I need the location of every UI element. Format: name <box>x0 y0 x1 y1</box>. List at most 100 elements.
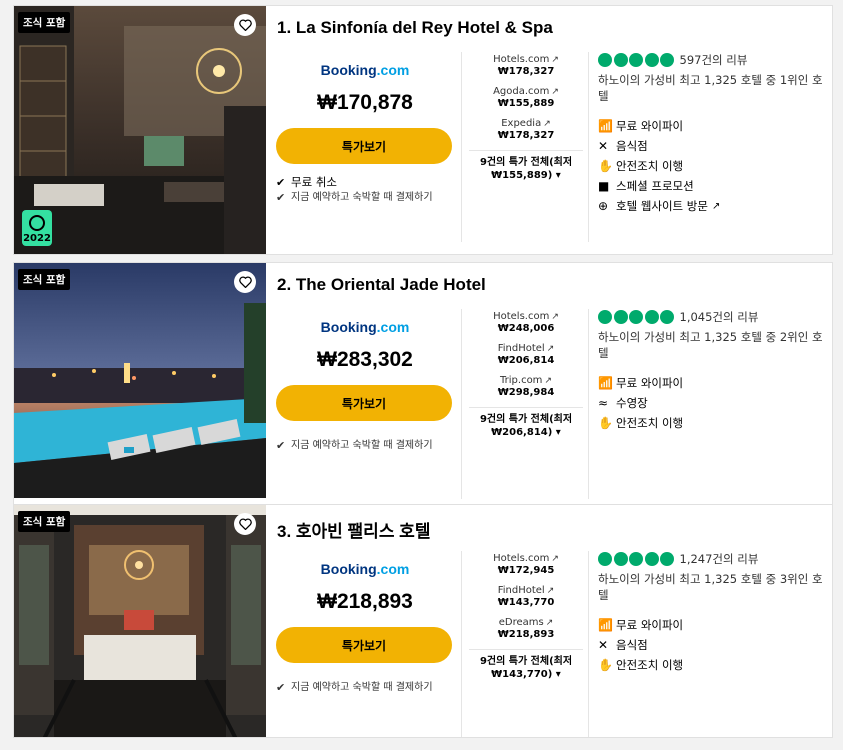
rating-bubble-icon <box>613 310 628 324</box>
rating-bubble-icon <box>629 310 643 324</box>
provider-item[interactable]: eDreams ↗ ₩218,893 <box>469 617 583 640</box>
provider-list: Hotels.com ↗ ₩178,327 Agoda.com ↗ ₩155,889… <box>469 54 583 182</box>
hotel-photo[interactable]: 조식 포함 <box>14 263 266 511</box>
provider-item[interactable]: Hotels.com ↗ ₩178,327 <box>469 54 583 77</box>
rating-bubble-icon <box>660 310 674 324</box>
offer-price: ₩218,893 <box>317 590 413 613</box>
provider-item[interactable]: FindHotel ↗ ₩143,770 <box>469 585 583 608</box>
wifi-icon: 📶 <box>598 618 613 632</box>
breakfast-badge: 조식 포함 <box>18 511 71 532</box>
perk-item: ✔ 지금 예약하고 숙박할 때 결제하기 <box>276 191 433 204</box>
ranking-text: 하노이의 가성비 최고 1,325 호텔 중 1위인 호텔 <box>598 73 823 103</box>
provider-item[interactable]: Hotels.com ↗ ₩172,945 <box>469 553 583 576</box>
all-deals-toggle[interactable]: 9건의 특가 전체(최저 ₩206,814) ▾ <box>469 407 583 439</box>
provider-item[interactable]: Trip.com ↗ ₩298,984 <box>469 375 583 398</box>
offer-price: ₩170,878 <box>317 91 413 114</box>
review-count-link[interactable]: 1,247건의 리뷰 <box>680 551 759 567</box>
amenity-item: ✕ 음식점 <box>598 139 648 153</box>
rating[interactable]: 1,045건의 리뷰 <box>598 309 830 325</box>
caret-down-icon: ▾ <box>555 170 561 181</box>
ranking-text: 하노이의 가성비 최고 1,325 호텔 중 3위인 호텔 <box>598 572 823 602</box>
rating[interactable]: 597건의 리뷰 <box>598 52 830 68</box>
provider-item[interactable]: Expedia ↗ ₩178,327 <box>469 118 583 141</box>
review-count-link[interactable]: 597건의 리뷰 <box>680 52 748 68</box>
external-link-icon: ↗ <box>543 119 551 129</box>
amenity-item: ✋ 안전조치 이행 <box>598 416 684 430</box>
external-link-icon: ↗ <box>544 376 552 386</box>
hotel-title[interactable]: 2. The Oriental Jade Hotel <box>277 275 486 295</box>
hotel-card[interactable]: 조식 포함 2. The Oriental Jade Hotel Booking… <box>13 262 833 512</box>
caret-down-icon: ▾ <box>555 669 561 680</box>
ranking-text: 하노이의 가성비 최고 1,325 호텔 중 2위인 호텔 <box>598 330 823 360</box>
divider <box>588 52 589 242</box>
rating-bubble-icon <box>660 552 674 566</box>
rating-bubble-icon <box>613 552 628 566</box>
globe-icon: ⊕ <box>598 199 609 213</box>
external-link-icon: ↗ <box>551 312 559 322</box>
external-link-icon: ↗ <box>546 344 555 354</box>
breakfast-badge: 조식 포함 <box>18 269 71 290</box>
hotel-info: 1,045건의 리뷰 하노이의 가성비 최고 1,325 호텔 중 2위인 호텔… <box>598 309 830 433</box>
wifi-icon: 📶 <box>598 376 613 390</box>
safety-icon: ✋ <box>598 416 613 430</box>
rating-bubble-icon <box>644 53 659 67</box>
hotel-title[interactable]: 1. La Sinfonía del Rey Hotel & Spa <box>277 18 553 38</box>
rating[interactable]: 1,247건의 리뷰 <box>598 551 830 567</box>
safety-icon: ✋ <box>598 159 613 173</box>
amenity-item: ✕ 음식점 <box>598 638 648 652</box>
main-offer: Booking.com ₩218,893 특가보기 ✔ 지금 예약하고 숙박할 때… <box>276 547 454 696</box>
external-link-icon: ↗ <box>711 200 721 212</box>
heart-icon[interactable] <box>234 271 256 293</box>
hotel-website-link[interactable]: ⊕ 호텔 웹사이트 방문 ↗ <box>598 196 830 216</box>
restaurant-icon: ✕ <box>598 638 609 652</box>
divider <box>588 309 589 499</box>
amenity-item: ✋ 안전조치 이행 <box>598 658 684 672</box>
amenity-item: ■ 스페셜 프로모션 <box>598 179 694 193</box>
all-deals-toggle[interactable]: 9건의 특가 전체(최저 ₩155,889) ▾ <box>469 150 583 182</box>
rating-bubble-icon <box>629 53 643 67</box>
provider-item[interactable]: Agoda.com ↗ ₩155,889 <box>469 86 583 109</box>
divider <box>461 309 462 499</box>
rating-bubble-icon <box>660 53 674 67</box>
view-deal-button[interactable]: 특가보기 <box>276 627 452 663</box>
pool-icon: ≈ <box>598 396 609 410</box>
amenity-item: 📶 무료 와이파이 <box>598 376 684 390</box>
hotel-photo[interactable]: 조식 포함 <box>14 505 266 737</box>
rating-bubble-icon <box>629 552 643 566</box>
all-deals-toggle[interactable]: 9건의 특가 전체(최저 ₩143,770) ▾ <box>469 649 583 681</box>
booking-logo: Booking.com <box>320 62 410 78</box>
hotel-title[interactable]: 3. 호아빈 팰리스 호텔 <box>277 517 430 542</box>
heart-icon[interactable] <box>234 513 256 535</box>
rating-bubble-icon <box>598 310 612 324</box>
booking-logo: Booking.com <box>320 561 410 577</box>
hotel-photo[interactable]: 조식 포함 2022 <box>14 6 266 254</box>
heart-icon[interactable] <box>234 14 256 36</box>
perk-item: ✔ 지금 예약하고 숙박할 때 결제하기 <box>276 439 433 452</box>
hotel-card[interactable]: 조식 포함 2022 1. La Sinfonía del Rey Hotel … <box>13 5 833 255</box>
check-icon: ✔ <box>276 681 286 694</box>
restaurant-icon: ✕ <box>598 139 609 153</box>
provider-item[interactable]: FindHotel ↗ ₩206,814 <box>469 343 583 366</box>
external-link-icon: ↗ <box>546 586 555 596</box>
rating-bubble-icon <box>598 53 612 67</box>
hotel-info: 597건의 리뷰 하노이의 가성비 최고 1,325 호텔 중 1위인 호텔 📶… <box>598 52 830 216</box>
divider <box>461 551 462 737</box>
external-link-icon: ↗ <box>551 87 559 97</box>
safety-icon: ✋ <box>598 658 613 672</box>
hotel-card[interactable]: 조식 포함 3. 호아빈 팰리스 호텔 Booking.com ₩218,893… <box>13 504 833 738</box>
amenity-item: ≈ 수영장 <box>598 396 648 410</box>
divider <box>461 52 462 242</box>
rating-bubble-icon <box>613 53 628 67</box>
check-icon: ✔ <box>276 439 286 452</box>
main-offer: Booking.com ₩283,302 특가보기 ✔ 지금 예약하고 숙박할 때… <box>276 305 454 454</box>
review-count-link[interactable]: 1,045건의 리뷰 <box>680 309 759 325</box>
view-deal-button[interactable]: 특가보기 <box>276 385 452 421</box>
external-link-icon: ↗ <box>551 55 559 65</box>
provider-list: Hotels.com ↗ ₩248,006 FindHotel ↗ ₩206,814… <box>469 311 583 439</box>
provider-item[interactable]: Hotels.com ↗ ₩248,006 <box>469 311 583 334</box>
amenity-item: ✋ 안전조치 이행 <box>598 159 684 173</box>
breakfast-badge: 조식 포함 <box>18 12 71 33</box>
wifi-icon: 📶 <box>598 119 613 133</box>
amenity-item: 📶 무료 와이파이 <box>598 618 684 632</box>
view-deal-button[interactable]: 특가보기 <box>276 128 452 164</box>
